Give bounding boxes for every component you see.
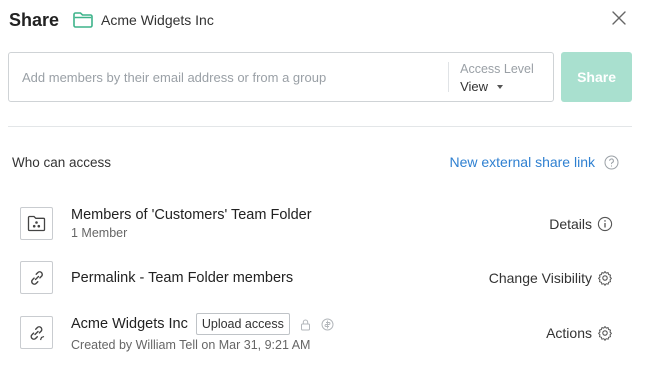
row-name: Acme Widgets Inc Upload access: [71, 313, 546, 335]
access-row-acme-link: Acme Widgets Inc Upload access Created b…: [20, 313, 613, 352]
expiration-icon: [321, 318, 334, 330]
member-email-input[interactable]: [9, 53, 449, 101]
access-row-team-folder: Members of 'Customers' Team Folder 1 Mem…: [20, 207, 613, 240]
link-name: Acme Widgets Inc: [71, 316, 188, 332]
share-dialog-header: Share Acme Widgets Inc: [9, 7, 645, 33]
row-text: Permalink - Team Folder members: [71, 270, 489, 286]
details-button[interactable]: Details: [549, 216, 613, 232]
created-by-text: Created by William Tell on Mar 31, 9:21 …: [71, 338, 311, 352]
row-text: Acme Widgets Inc Upload access Created b…: [71, 313, 546, 352]
access-level-dropdown[interactable]: View: [460, 79, 553, 94]
change-visibility-button[interactable]: Change Visibility: [489, 270, 613, 286]
close-icon[interactable]: [610, 9, 628, 27]
info-icon: [597, 216, 613, 231]
details-label: Details: [549, 215, 592, 232]
row-name: Members of 'Customers' Team Folder: [71, 207, 312, 223]
invite-row: Access Level View Share: [8, 52, 632, 102]
folder-icon: [73, 12, 93, 28]
gear-icon: [598, 325, 612, 341]
actions-button[interactable]: Actions: [546, 325, 613, 341]
lock-icon: [300, 319, 310, 330]
row-name: Permalink - Team Folder members: [71, 269, 294, 286]
divider: [8, 126, 632, 127]
invite-box: Access Level View: [8, 52, 555, 102]
folder-name: Acme Widgets Inc: [101, 12, 214, 28]
team-folder-icon: [20, 207, 53, 240]
link-edit-icon: [20, 316, 53, 349]
access-level-value: View: [460, 79, 489, 94]
row-text: Members of 'Customers' Team Folder 1 Mem…: [71, 207, 549, 240]
access-level-selector[interactable]: Access Level View: [449, 53, 553, 101]
access-level-label: Access Level: [460, 62, 534, 76]
actions-label: Actions: [546, 324, 592, 341]
gear-icon: [598, 270, 612, 286]
who-can-access-heading: Who can access: [12, 155, 112, 170]
new-external-share-link[interactable]: New external share link: [449, 154, 595, 170]
link-icon: [20, 261, 53, 294]
dialog-title: Share: [9, 9, 60, 30]
access-row-permalink: Permalink - Team Folder members Change V…: [20, 261, 613, 294]
member-count: 1 Member: [71, 226, 128, 240]
change-visibility-label: Change Visibility: [488, 269, 592, 286]
upload-access-badge[interactable]: Upload access: [195, 313, 290, 335]
help-icon[interactable]: [604, 155, 619, 170]
share-button[interactable]: Share: [561, 52, 632, 102]
caret-down-icon: [497, 84, 504, 89]
